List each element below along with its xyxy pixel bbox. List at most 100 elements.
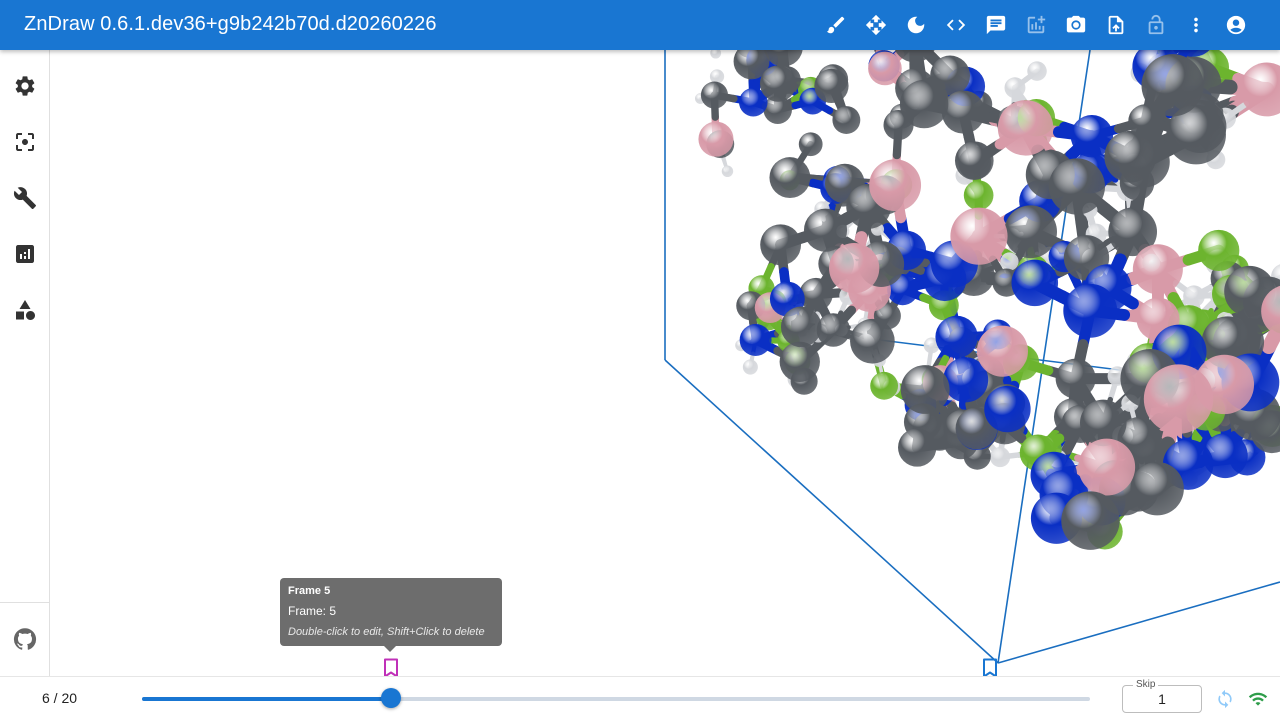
3d-viewport[interactable] <box>50 50 1280 676</box>
atom <box>710 50 722 59</box>
atom <box>1130 461 1184 516</box>
atom <box>976 325 1028 377</box>
sidebar-item-tools[interactable] <box>5 178 45 218</box>
add-chart-icon <box>1027 15 1046 34</box>
frame-slider-track[interactable] <box>142 697 1090 701</box>
atom <box>780 306 822 348</box>
atom <box>742 359 758 375</box>
atom <box>1061 491 1120 550</box>
molecule-scene <box>664 50 1280 664</box>
atom <box>900 365 950 414</box>
atom <box>997 100 1054 156</box>
brush-button[interactable] <box>816 5 856 45</box>
analytics-icon <box>16 245 34 263</box>
sidebar-item-focus[interactable] <box>5 122 45 162</box>
code-icon <box>946 19 966 31</box>
bookmark-frame-17-icon[interactable] <box>981 658 999 678</box>
account-icon <box>1226 15 1246 35</box>
atom <box>829 242 880 294</box>
bookmark-frame-5-icon[interactable] <box>382 658 400 678</box>
atom <box>739 324 772 356</box>
bookmark-tooltip: Frame 5 Frame: 5 Double-click to edit, S… <box>280 578 502 652</box>
wrench-icon <box>13 187 36 209</box>
atom <box>989 446 1011 468</box>
atom <box>1011 259 1059 307</box>
camera-icon <box>1066 15 1086 33</box>
atom <box>1183 285 1205 308</box>
tooltip-title: Frame 5 <box>288 585 331 597</box>
sidebar <box>0 50 50 676</box>
atom <box>1055 358 1096 399</box>
sidebar-item-geometries[interactable] <box>5 290 45 330</box>
code-button[interactable] <box>936 5 976 45</box>
atom <box>1132 244 1183 295</box>
upload-icon <box>1108 15 1124 35</box>
atom <box>709 69 725 84</box>
wifi-connected-icon <box>1248 692 1268 706</box>
toolbar <box>816 5 1256 45</box>
tooltip-frame: Frame: 5 <box>288 604 337 618</box>
account-button[interactable] <box>1216 5 1256 45</box>
atom <box>954 141 994 180</box>
sidebar-item-settings[interactable] <box>5 66 45 106</box>
atom <box>832 106 861 134</box>
sidebar-divider <box>0 602 49 603</box>
focus-icon <box>16 133 34 151</box>
more-vert-icon <box>1194 17 1198 33</box>
skip-input[interactable] <box>1123 686 1201 712</box>
atom <box>870 371 899 400</box>
atom <box>950 207 1008 265</box>
frame-slider-fill <box>142 697 392 701</box>
tooltip-arrow <box>384 646 396 652</box>
atom <box>1143 364 1214 434</box>
github-link[interactable] <box>5 619 45 659</box>
upload-button[interactable] <box>1096 5 1136 45</box>
atom <box>1078 438 1136 496</box>
atom <box>759 65 797 102</box>
atom <box>1063 283 1118 338</box>
atom <box>899 79 949 129</box>
add-plot-button[interactable] <box>1016 5 1056 45</box>
skip-field: Skip <box>1122 679 1202 713</box>
github-icon <box>13 628 37 650</box>
app-title: ZnDraw 0.6.1.dev36+g9b242b70d.d20260226 <box>24 13 437 35</box>
settings-icon <box>15 76 35 96</box>
atom <box>814 68 849 104</box>
lock-button[interactable] <box>1136 5 1176 45</box>
atom <box>850 318 895 364</box>
atom <box>1104 130 1157 183</box>
atom <box>1000 252 1019 271</box>
atom <box>769 157 811 199</box>
atom <box>1027 61 1047 81</box>
atom <box>935 315 978 359</box>
move-button[interactable] <box>856 5 896 45</box>
sidebar-item-analysis[interactable] <box>5 234 45 274</box>
chat-button[interactable] <box>976 5 1016 45</box>
atom <box>1141 54 1204 117</box>
brush-icon <box>826 16 845 34</box>
sync-icon[interactable] <box>1215 689 1235 709</box>
atom <box>799 277 833 312</box>
atom <box>1004 77 1026 99</box>
atom <box>963 180 994 211</box>
atom <box>798 132 823 157</box>
move-icon <box>865 14 887 36</box>
shapes-icon <box>16 300 35 320</box>
atom <box>984 385 1031 433</box>
atom <box>897 428 937 467</box>
atom <box>760 224 802 266</box>
atom <box>941 90 985 134</box>
atom <box>1048 158 1106 215</box>
more-button[interactable] <box>1176 5 1216 45</box>
theme-toggle-button[interactable] <box>896 5 936 45</box>
atom <box>869 159 922 212</box>
atom <box>803 208 848 252</box>
dark-mode-icon <box>907 16 925 34</box>
frame-slider-thumb[interactable] <box>381 688 402 708</box>
atom <box>779 341 820 382</box>
screenshot-button[interactable] <box>1056 5 1096 45</box>
frame-counter: 6 / 20 <box>42 690 78 706</box>
playback-bar: 6 / 20 Skip <box>0 676 1280 720</box>
atom <box>700 81 729 109</box>
lock-icon <box>1148 14 1164 35</box>
